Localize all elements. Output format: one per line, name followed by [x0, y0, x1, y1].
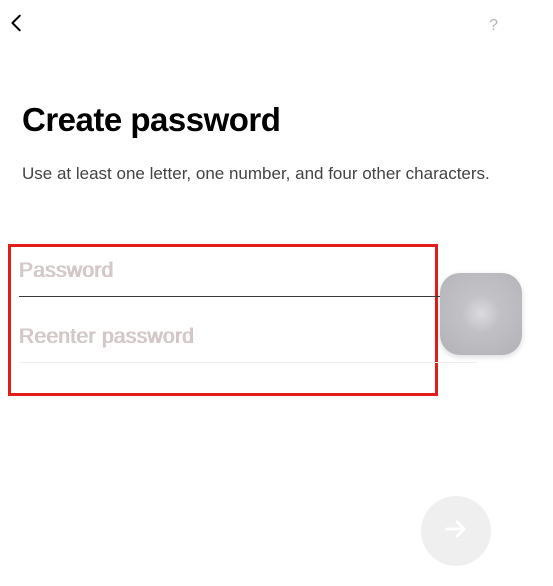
next-button[interactable]: [421, 496, 491, 566]
content-area: Create password Use at least one letter,…: [0, 51, 553, 187]
input-underline: [19, 296, 487, 297]
touch-indicator: [440, 273, 522, 355]
page-title: Create password: [22, 101, 531, 139]
page-subtitle: Use at least one letter, one number, and…: [22, 161, 531, 187]
back-icon[interactable]: [6, 12, 28, 39]
reenter-password-input[interactable]: Reenter password: [19, 325, 427, 363]
password-input[interactable]: Password: [19, 259, 427, 297]
arrow-right-icon: [442, 515, 470, 548]
reenter-password-field-row: Reenter password: [19, 325, 427, 363]
input-underline: [19, 362, 477, 363]
help-icon[interactable]: ?: [489, 17, 543, 35]
password-field-row: Password: [19, 259, 427, 297]
password-form-highlight: Password Reenter password: [8, 244, 438, 396]
header-bar: ?: [0, 0, 553, 51]
